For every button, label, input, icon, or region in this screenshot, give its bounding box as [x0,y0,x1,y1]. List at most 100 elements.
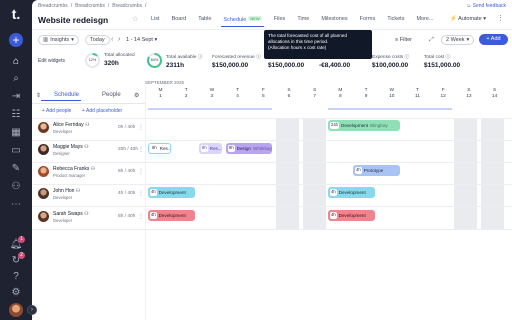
info-icon[interactable]: ⓘ [256,55,261,60]
pencil-icon[interactable]: ✎ [9,162,23,176]
lightning-icon: ⚡ [450,16,457,22]
tab-schedule[interactable]: Schedule NEW [217,16,267,28]
more-icon[interactable]: ⋮ [138,146,144,153]
person-row[interactable]: Sarah Swaps ⚇ Developer 8h / 40h ⋮ [38,207,146,229]
tab-files[interactable]: Files [268,16,292,28]
tab-label: Files [273,16,286,22]
more-options-icon[interactable]: ⋮ [497,14,504,22]
automate-label: Automate [458,16,482,22]
day-number: 13 [466,94,472,99]
tab-table[interactable]: Table [192,16,217,28]
search-icon[interactable]: ⌕ [9,72,23,86]
month-label: SEPTEMBER 2025 [145,80,185,85]
page-title: Website redeisgn [38,15,109,25]
settings-icon[interactable]: ⚙ [134,92,139,99]
person-row[interactable]: John Hon ⚇ Developer 4h / 40h ⋮ [38,184,146,206]
add-button[interactable]: + Add [479,34,508,45]
week-capacity-bar [148,108,272,110]
gear-icon[interactable]: ⚙ [9,286,23,300]
tab-milestones[interactable]: Milestones [315,16,353,28]
breadcrumb-link[interactable]: Breadcrumbs [38,3,68,9]
calendar-icon[interactable]: ▦ [9,126,23,140]
filter-button[interactable]: ≡ Filter [395,35,412,45]
star-icon[interactable]: ☆ [132,15,138,23]
today-button[interactable]: Today [85,35,110,45]
allocation-bar[interactable]: 8h Design Whilebay [226,143,272,154]
allocation-bar[interactable]: 4h Development [148,187,195,198]
tab-list[interactable]: List [145,16,166,28]
tab-more[interactable]: More... [410,16,439,28]
home-icon[interactable]: ⌂ [9,55,23,69]
tab-forms[interactable]: Forms [354,16,382,28]
allocation-hours: 4h [150,212,157,219]
stat-label: Forecasted revenue ⓘ [212,53,261,60]
zoom-select[interactable]: 2 Week ▾ [441,35,475,45]
person-row[interactable]: Alice Ferriday ⚇ Developer 0h / 40h ⋮ [38,118,146,140]
person-hours: 20h / 40h [118,147,139,152]
day-column-header: S7 [302,88,327,100]
tab-board[interactable]: Board [166,16,193,28]
create-button[interactable]: + [9,33,23,47]
date-range[interactable]: 1 - 14 Sept ▾ [126,35,157,45]
chevron-down-icon: ▾ [71,37,74,43]
schedule-icon[interactable]: ☷ [9,108,23,122]
breadcrumb-link[interactable]: Breadcrumbs [75,3,105,9]
chevron-down-icon: ▾ [483,16,486,22]
info-icon[interactable]: ⓘ [446,55,451,60]
info-icon[interactable]: ⓘ [405,55,410,60]
allocation-bar[interactable]: 8h Res... [148,143,171,154]
sidebar-collapse-button[interactable]: › [27,305,37,315]
tab-tickets[interactable]: Tickets [381,16,410,28]
stat-label: Total available ⓘ [166,53,203,60]
logo: t. [11,6,21,22]
person-role: Developer [53,195,73,200]
help-icon[interactable]: ? [9,270,23,284]
stat-total-available: Total available ⓘ 2311h [166,53,203,69]
allocation-bar[interactable]: 24h Development Blingbay [328,120,400,131]
allocation-hours: 8h [201,145,208,152]
more-icon[interactable]: ⋯ [9,198,23,212]
allocation-label: Development [338,190,366,195]
updates-badge: 2 [18,252,25,259]
add-placeholder-link[interactable]: + Add placeholder [82,108,122,114]
more-icon[interactable]: ⋮ [138,124,144,131]
allocation-bar[interactable]: 4h Development [148,210,195,221]
more-icon[interactable]: ⋮ [138,213,144,220]
person-hours: 8h / 40h [118,214,136,219]
info-icon[interactable]: ⓘ [198,55,203,60]
user-avatar[interactable] [9,303,23,317]
edit-widgets-button[interactable]: Edit widgets [38,58,65,64]
tab-time[interactable]: Time [291,16,315,28]
more-icon[interactable]: ⋮ [138,190,144,197]
allocation-bar[interactable]: 4h Development [328,210,375,221]
subtab-schedule[interactable]: Schedule [54,92,79,98]
automate-button[interactable]: ⚡ Automate ▾ [450,16,486,22]
breadcrumb-link[interactable]: Breadcrumbs [112,3,142,9]
person-row[interactable]: Maggie Mays ⚇ Designer 20h / 40h ⋮ [38,140,146,162]
previous-icon[interactable]: ‹ [111,35,113,45]
person-name-text: John Hon [53,188,75,194]
folder-icon[interactable]: ▭ [9,144,23,158]
allocation-bar[interactable]: 8h Res... [199,143,222,154]
allocation-hours: 8h [151,145,158,152]
forecasted-cost-tooltip: The total forecasted cost of all planned… [264,30,372,59]
insights-button[interactable]: ▥ Insights ▾ [38,35,79,45]
expand-icon[interactable]: ⤢ [429,35,434,45]
add-people-link[interactable]: + Add people [42,108,71,114]
day-number: 9 [364,94,368,99]
send-feedback-link[interactable]: ☺ Send feedback [466,3,506,9]
date-range-label: 1 - 14 Sept [126,37,153,43]
allocation-bar[interactable]: 4h Prototype [353,165,400,176]
subtab-people[interactable]: People [102,92,121,98]
more-icon[interactable]: ⋮ [138,168,144,175]
allocation-bar[interactable]: 4h Development [328,187,375,198]
next-icon[interactable]: › [118,35,120,45]
stat-value: $100,000.00 [372,62,409,69]
people-icon[interactable]: ⚇ [9,180,23,194]
day-column-header: T2 [174,88,199,100]
collapse-icon[interactable]: ⇥ [9,90,23,104]
allocation-hours: 4h [150,189,157,196]
person-row[interactable]: Rebecca Franks ⚇ Product manager 8h / 40… [38,162,146,184]
day-number: 4 [236,94,239,99]
expand-icon[interactable]: ⇕ [36,92,41,99]
